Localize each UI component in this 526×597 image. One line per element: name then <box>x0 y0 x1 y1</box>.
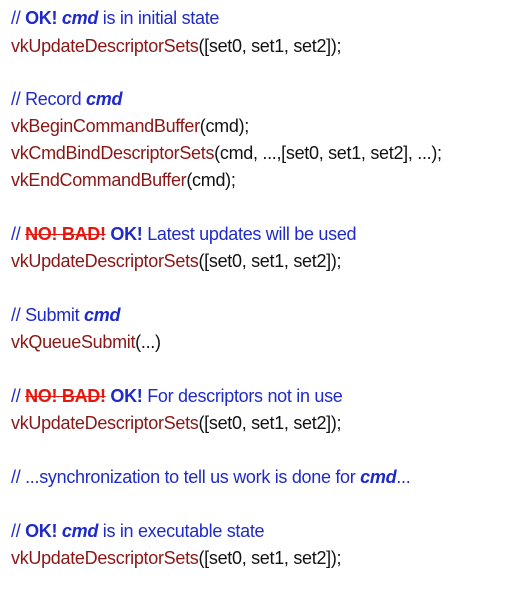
comment-line: // OK! cmd is in executable state <box>11 519 265 543</box>
cmd-label: cmd <box>61 8 99 28</box>
ok-label: OK! <box>110 224 143 244</box>
function-args: (cmd); <box>199 116 250 136</box>
bad-label: NO! BAD! <box>25 386 106 406</box>
comment-text: is in executable state <box>98 521 265 541</box>
function-args: (cmd); <box>186 170 236 190</box>
function-name: vkCmdBindDescriptorSets <box>11 143 215 163</box>
comment-prefix: // Submit <box>11 305 85 325</box>
function-name: vkBeginCommandBuffer <box>11 116 200 136</box>
ok-label: OK! <box>110 386 143 406</box>
comment-prefix: // Record <box>11 89 87 109</box>
code-line: vkCmdBindDescriptorSets(cmd, ...,[set0, … <box>11 141 442 165</box>
comment-prefix: // ...synchronization to tell us work is… <box>11 467 361 487</box>
cmd-label: cmd <box>360 467 397 487</box>
comment-text: is in initial state <box>98 8 220 28</box>
comment-line: // NO! BAD! OK! For descriptors not in u… <box>11 384 343 408</box>
comment-prefix: // <box>11 224 26 244</box>
code-line: vkUpdateDescriptorSets([set0, set1, set2… <box>11 34 342 58</box>
code-line: vkBeginCommandBuffer(cmd); <box>11 114 249 138</box>
comment-line: // ...synchronization to tell us work is… <box>11 465 411 489</box>
code-line: vkUpdateDescriptorSets([set0, set1, set2… <box>11 249 342 273</box>
function-args: ([set0, set1, set2]); <box>198 548 342 568</box>
cmd-label: cmd <box>86 89 123 109</box>
function-name: vkUpdateDescriptorSets <box>11 413 199 433</box>
code-line: vkEndCommandBuffer(cmd); <box>11 168 236 192</box>
comment-line: // Submit cmd <box>11 303 120 327</box>
cmd-label: cmd <box>84 305 121 325</box>
function-name: vkUpdateDescriptorSets <box>11 36 199 56</box>
ok-label: OK! <box>25 521 58 541</box>
comment-suffix: ... <box>396 467 411 487</box>
comment-line: // OK! cmd is in initial state <box>11 6 219 30</box>
function-args: ([set0, set1, set2]); <box>198 413 342 433</box>
comment-prefix: // <box>11 8 26 28</box>
function-name: vkUpdateDescriptorSets <box>11 251 199 271</box>
function-args: (cmd, ...,[set0, set1, set2], ...); <box>214 143 442 163</box>
code-line: vkQueueSubmit(...) <box>11 330 161 354</box>
comment-text: Latest updates will be used <box>147 224 357 244</box>
ok-label: OK! <box>25 8 58 28</box>
comment-line: // NO! BAD! OK! Latest updates will be u… <box>11 222 357 246</box>
comment-prefix: // <box>11 386 26 406</box>
comment-prefix: // <box>11 521 26 541</box>
cmd-label: cmd <box>61 521 99 541</box>
code-line: vkUpdateDescriptorSets([set0, set1, set2… <box>11 411 342 435</box>
comment-text: For descriptors not in use <box>147 386 343 406</box>
function-args: (...) <box>135 332 161 352</box>
function-args: ([set0, set1, set2]); <box>198 251 342 271</box>
code-line: vkUpdateDescriptorSets([set0, set1, set2… <box>11 546 342 570</box>
function-name: vkEndCommandBuffer <box>11 170 187 190</box>
function-name: vkQueueSubmit <box>11 332 136 352</box>
function-name: vkUpdateDescriptorSets <box>11 548 199 568</box>
comment-line: // Record cmd <box>11 87 122 111</box>
function-args: ([set0, set1, set2]); <box>198 36 342 56</box>
bad-label: NO! BAD! <box>25 224 106 244</box>
